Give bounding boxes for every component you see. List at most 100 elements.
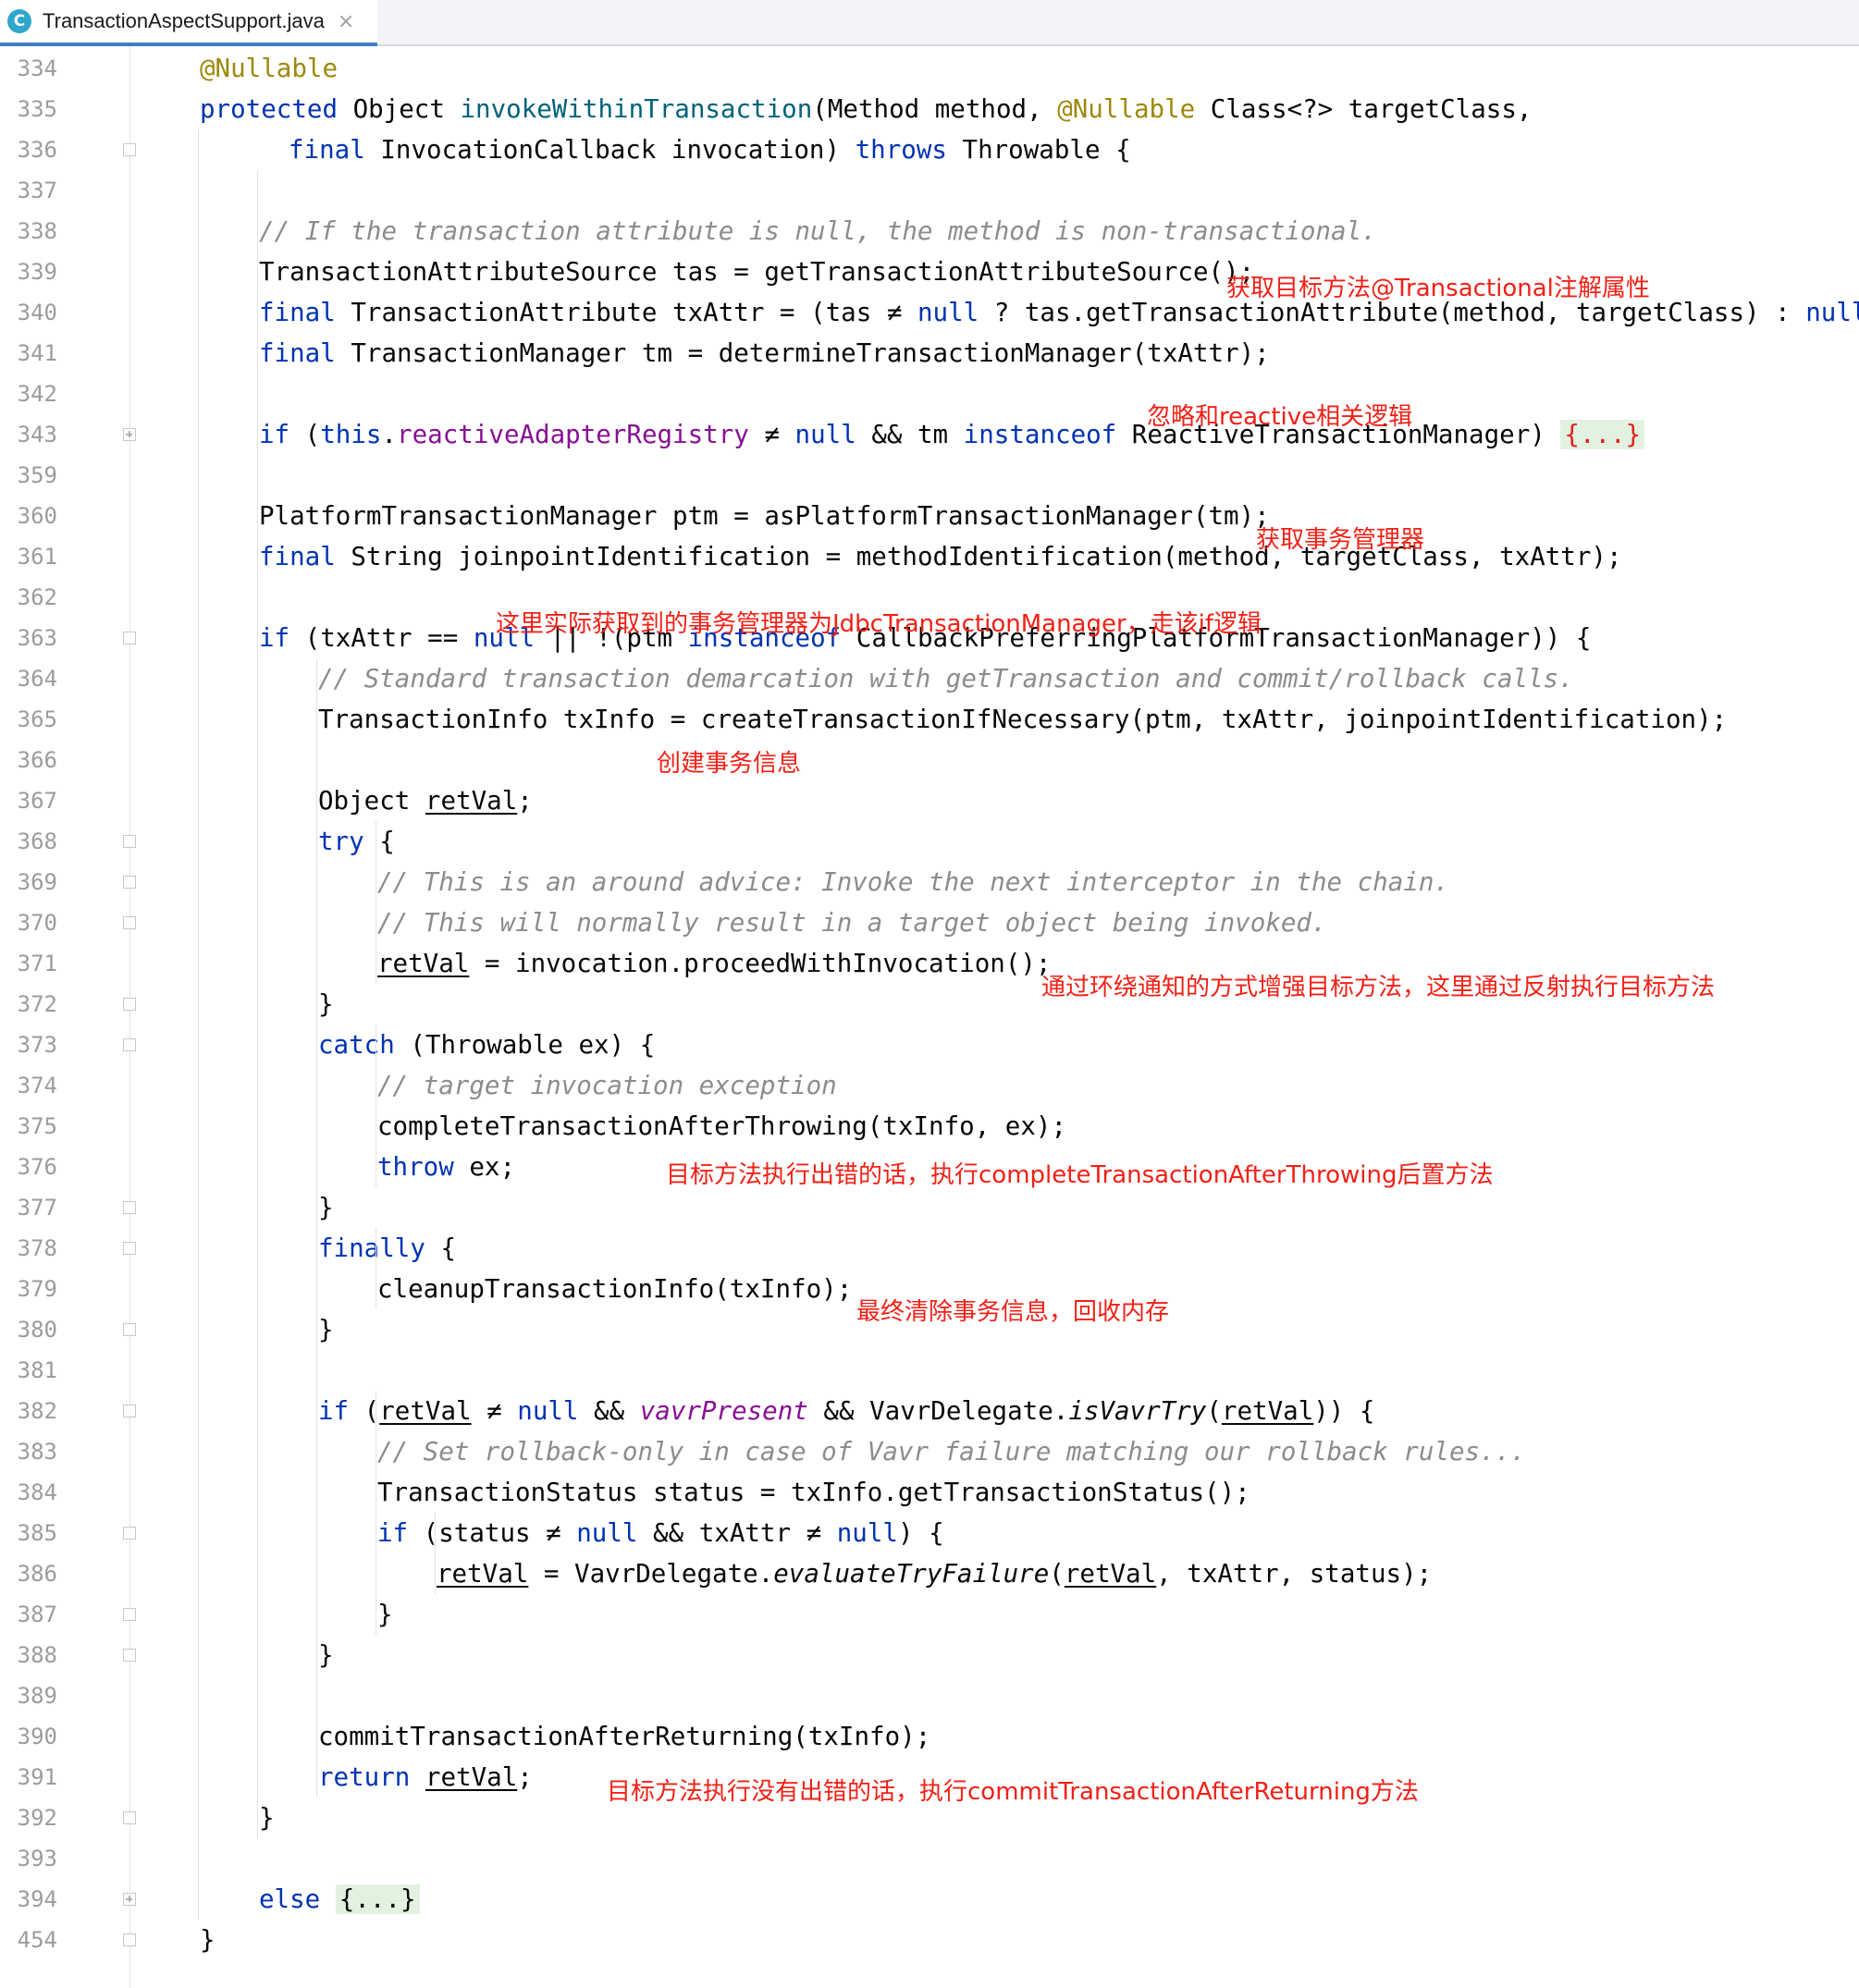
- code-token: = invocation.proceedWithInvocation();: [469, 949, 1052, 978]
- indent-guide: [316, 658, 317, 1798]
- code-line-387[interactable]: }: [377, 1594, 393, 1635]
- code-token: String joinpointIdentification = methodI…: [335, 542, 1622, 571]
- code-token: finally: [318, 1233, 425, 1263]
- code-token: (Method method,: [812, 94, 1058, 124]
- code-token: (Throwable ex) {: [394, 1030, 656, 1060]
- code-token: retVal: [377, 949, 470, 978]
- code-token: ) {: [897, 1518, 944, 1548]
- code-token: Class<?> targetClass,: [1195, 94, 1533, 124]
- code-line-375[interactable]: completeTransactionAfterThrowing(txInfo,…: [377, 1106, 1066, 1147]
- code-token: (status ≠: [408, 1518, 577, 1548]
- code-line-382[interactable]: if (retVal ≠ null && vavrPresent && Vavr…: [318, 1391, 1374, 1431]
- code-token: {: [425, 1233, 457, 1263]
- code-line-372[interactable]: }: [318, 984, 334, 1025]
- code-token: (: [1049, 1559, 1065, 1589]
- indent-guide: [375, 1391, 376, 1635]
- code-line-336[interactable]: final InvocationCallback invocation) thr…: [289, 129, 1131, 170]
- code-token: retVal: [379, 1396, 472, 1426]
- code-token: Throwable {: [946, 135, 1131, 165]
- code-token: return: [318, 1762, 411, 1792]
- code-line-373[interactable]: catch (Throwable ex) {: [318, 1025, 655, 1065]
- indent-guide: [375, 1025, 376, 1187]
- code-line-391[interactable]: return retVal;: [318, 1757, 533, 1798]
- code-token: , txAttr, status);: [1156, 1559, 1433, 1589]
- code-token: throw: [377, 1152, 454, 1182]
- code-line-339[interactable]: TransactionAttributeSource tas = getTran…: [259, 252, 1254, 292]
- code-line-380[interactable]: }: [318, 1309, 334, 1350]
- code-token: protected: [200, 94, 339, 124]
- code-line-385[interactable]: if (status ≠ null && txAttr ≠ null) {: [377, 1513, 944, 1553]
- code-token: invokeWithinTransaction: [460, 94, 813, 124]
- code-line-365[interactable]: TransactionInfo txInfo = createTransacti…: [318, 699, 1727, 740]
- code-line-376[interactable]: throw ex;: [377, 1147, 515, 1187]
- code-token: final: [289, 135, 365, 165]
- code-line-383[interactable]: // Set rollback-only in case of Vavr fai…: [377, 1431, 1526, 1472]
- code-token: reactiveAdapterRegistry: [397, 420, 749, 449]
- code-token: final: [259, 338, 336, 368]
- code-token: null: [517, 1396, 579, 1426]
- code-line-377[interactable]: }: [318, 1187, 334, 1228]
- code-token: vavrPresent: [639, 1396, 808, 1426]
- code-token: ;: [517, 1762, 533, 1792]
- annotation-note: 最终清除事务信息，回收内存: [856, 1298, 1170, 1326]
- code-token: )) {: [1313, 1396, 1375, 1426]
- code-token: (: [1206, 1396, 1222, 1426]
- code-line-388[interactable]: }: [318, 1635, 334, 1675]
- code-line-334[interactable]: @Nullable: [200, 48, 338, 89]
- indent-guide: [375, 1228, 376, 1309]
- code-line-367[interactable]: Object retVal;: [318, 780, 533, 821]
- code-token: if: [259, 623, 290, 653]
- code-token: throws: [855, 135, 947, 165]
- annotation-note: 目标方法执行出错的话，执行completeTransactionAfterThr…: [666, 1161, 1494, 1189]
- annotation-note: 创建事务信息: [657, 750, 802, 778]
- code-line-394[interactable]: else {...}: [259, 1879, 420, 1920]
- code-line-335[interactable]: protected Object invokeWithinTransaction…: [200, 89, 1532, 129]
- code-editor[interactable]: @Nullable protected Object invokeWithinTr…: [0, 0, 1859, 1988]
- code-token: Object: [318, 786, 425, 816]
- code-line-374[interactable]: // target invocation exception: [377, 1065, 837, 1106]
- code-line-386[interactable]: retVal = VavrDelegate.evaluateTryFailure…: [437, 1553, 1432, 1594]
- code-token: = VavrDelegate.: [528, 1559, 774, 1589]
- code-line-379[interactable]: cleanupTransactionInfo(txInfo);: [377, 1269, 852, 1309]
- code-line-369[interactable]: // This is an around advice: Invoke the …: [377, 862, 1449, 902]
- code-token: instanceof: [963, 420, 1117, 449]
- code-line-384[interactable]: TransactionStatus status = txInfo.getTra…: [377, 1472, 1250, 1513]
- annotation-note: 这里实际获取到的事务管理器为JdbcTransactionManager，走该i…: [496, 610, 1262, 638]
- code-line-343[interactable]: if (this.reactiveAdapterRegistry ≠ null …: [259, 414, 1645, 455]
- code-token: null: [1805, 298, 1859, 327]
- code-token: null: [917, 298, 979, 327]
- code-line-360[interactable]: PlatformTransactionManager ptm = asPlatf…: [259, 496, 1270, 536]
- annotation-note: 获取目标方法@Transactional注解属性: [1226, 275, 1650, 302]
- code-token: .: [381, 420, 398, 449]
- code-line-392[interactable]: }: [259, 1798, 275, 1838]
- code-token: {: [363, 827, 395, 856]
- code-line-371[interactable]: retVal = invocation.proceedWithInvocatio…: [377, 943, 1052, 984]
- indent-guide: [435, 1513, 436, 1594]
- code-token: ≠: [748, 420, 795, 449]
- code-line-454[interactable]: }: [200, 1920, 215, 1960]
- code-token: && tm: [856, 420, 964, 449]
- code-token: ;: [517, 786, 533, 816]
- code-token: &&: [578, 1396, 640, 1426]
- code-line-368[interactable]: try {: [318, 821, 395, 862]
- code-token: evaluateTryFailure: [773, 1559, 1050, 1589]
- code-token: if: [259, 420, 290, 449]
- code-line-364[interactable]: // Standard transaction demarcation with…: [318, 658, 1574, 699]
- code-line-341[interactable]: final TransactionManager tm = determineT…: [259, 333, 1270, 374]
- indent-guide: [257, 170, 258, 1838]
- code-line-338[interactable]: // If the transaction attribute is null,…: [259, 211, 1377, 252]
- code-token: this: [320, 420, 382, 449]
- code-token: null: [836, 1518, 898, 1548]
- code-token: if: [377, 1518, 409, 1548]
- code-line-378[interactable]: finally {: [318, 1228, 456, 1269]
- code-token: ex;: [453, 1152, 516, 1182]
- code-token: final: [259, 542, 336, 571]
- code-token: && txAttr ≠: [637, 1518, 837, 1548]
- code-line-390[interactable]: commitTransactionAfterReturning(txInfo);: [318, 1716, 930, 1757]
- code-token: retVal: [1064, 1559, 1157, 1589]
- code-token: retVal: [437, 1559, 529, 1589]
- code-token: TransactionAttribute txAttr = (tas ≠: [335, 298, 917, 327]
- code-line-370[interactable]: // This will normally result in a target…: [377, 902, 1327, 943]
